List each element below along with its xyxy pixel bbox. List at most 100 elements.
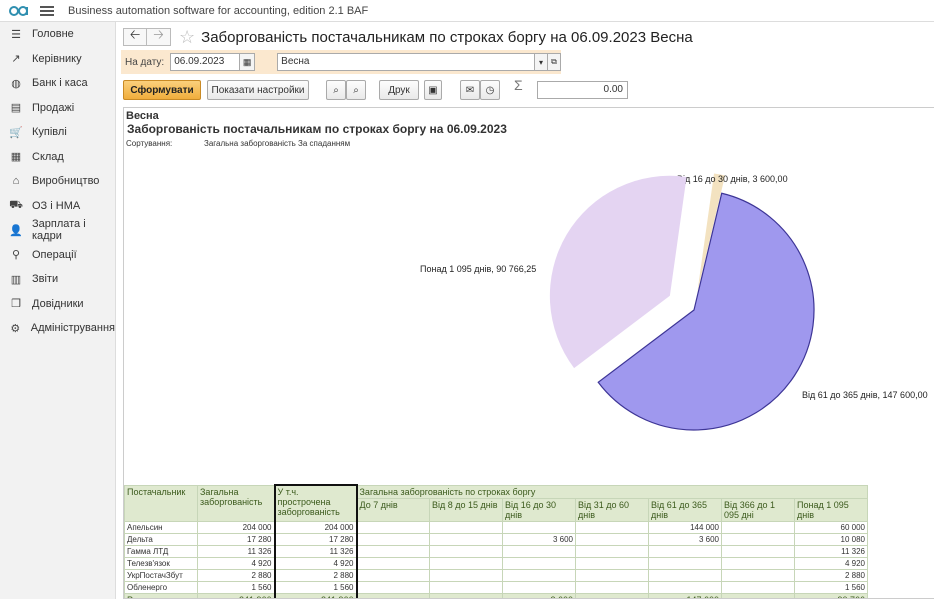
calendar-icon[interactable]: ▦ [240, 53, 256, 71]
gear-icon: ⚙ [10, 322, 21, 335]
col-overdue: У т.ч. прострочена заборгованість [273, 484, 358, 522]
cell-bucket: 3 600 [502, 592, 576, 598]
col-group: Загальна заборгованість по строках боргу [356, 484, 868, 499]
cell-overdue: 2 880 [273, 568, 358, 582]
sidebar-item-label: Виробництво [32, 175, 100, 188]
forward-button[interactable]: 🡢 [147, 27, 171, 46]
cell-overdue: 241 966 [273, 592, 358, 598]
date-input[interactable]: 06.09.2023 [170, 53, 241, 71]
show-settings-button[interactable]: Показати настройки [207, 80, 309, 100]
menu-icon[interactable] [40, 5, 54, 16]
sidebar: ☰ Головне ↗ Керівнику ◍ Банк і каса ▤ Продажі 🛒 К… [0, 22, 116, 599]
sidebar-item-label: Довідники [32, 297, 84, 310]
sidebar-item-1[interactable]: ↗ Керівнику [0, 47, 115, 72]
print-button[interactable]: Друк [379, 80, 419, 100]
cell-bucket [721, 556, 795, 570]
sum-field: 0.00 [537, 81, 628, 99]
menu-icon: ☰ [11, 28, 21, 41]
cell-bucket: 3 600 [502, 532, 576, 546]
app-title: Business automation software for account… [68, 4, 369, 17]
col-bucket: Від 8 до 15 днів [429, 497, 503, 522]
col-bucket: Від 366 до 1 095 дні [721, 497, 795, 522]
cell-bucket [648, 544, 722, 558]
organization-input[interactable]: Весна [277, 53, 536, 71]
cell-bucket [721, 592, 795, 598]
cell-total-label: Разом [124, 592, 198, 598]
sidebar-item-7[interactable]: ⛟ ОЗ і НМА [0, 194, 115, 219]
cell-bucket [575, 580, 649, 594]
sidebar-item-label: ОЗ і НМА [32, 199, 81, 212]
cell-bucket [721, 580, 795, 594]
sidebar-item-4[interactable]: 🛒 Купівлі [0, 120, 115, 145]
cell-overdue: 17 280 [273, 532, 358, 546]
cell-bucket [575, 520, 649, 534]
email-icon[interactable]: ✉ [460, 80, 480, 100]
sidebar-item-3[interactable]: ▤ Продажі [0, 96, 115, 121]
cell-supplier: Гамма ЛТД [124, 544, 198, 558]
sidebar-item-label: Продажі [32, 101, 75, 114]
col-total: Загальна заборгованість [197, 484, 275, 522]
cell-bucket [429, 580, 503, 594]
app-logo-icon[interactable] [8, 4, 30, 18]
table-row: Апельсин 204 000 204 000 144 000 60 000 [124, 520, 868, 534]
cell-bucket [575, 556, 649, 570]
sidebar-item-11[interactable]: ❒ Довідники [0, 292, 115, 317]
cell-bucket [721, 544, 795, 558]
search-icon[interactable]: ⌕ [326, 80, 346, 100]
cell-bucket: 144 000 [648, 520, 722, 534]
sidebar-item-12[interactable]: ⚙ Адміністрування [0, 316, 115, 341]
favorite-star-icon[interactable]: ☆ [179, 27, 195, 48]
print-preview-icon[interactable]: ▣ [424, 80, 442, 100]
sidebar-item-5[interactable]: ▦ Склад [0, 145, 115, 170]
pie-label: Від 61 до 365 днів, 147 600,00 [802, 390, 928, 400]
open-link-icon[interactable]: ⧉ [548, 53, 562, 71]
cell-overdue: 1 560 [273, 580, 358, 594]
pie-label: Понад 1 095 днів, 90 766,25 [420, 264, 536, 274]
cell-total: 11 326 [197, 544, 275, 558]
cell-bucket [502, 556, 576, 570]
cell-total: 2 880 [197, 568, 275, 582]
cell-bucket [502, 544, 576, 558]
generate-button[interactable]: Сформувати [123, 80, 201, 100]
toolbar: Сформувати Показати настройки ⌕ ⌕ Друк ▣… [123, 77, 931, 102]
operations-icon: ⚲ [11, 249, 21, 262]
cell-total: 241 966 [197, 592, 275, 598]
cell-bucket [356, 592, 430, 598]
cell-bucket [575, 568, 649, 582]
sort-label: Сортування: [126, 139, 173, 148]
search-options-icon[interactable]: ⌕ [346, 80, 366, 100]
cell-bucket: 60 000 [794, 520, 868, 534]
cell-bucket [356, 520, 430, 534]
sidebar-item-6[interactable]: ⌂ Виробництво [0, 169, 115, 194]
books-icon: ❒ [11, 298, 21, 311]
table-row: Телезв'язок 4 920 4 920 4 920 [124, 556, 868, 570]
cell-supplier: УкрПостачЗбут [124, 568, 198, 582]
cell-supplier: Дельта [124, 532, 198, 546]
date-label: На дату: [125, 56, 165, 68]
history-icon[interactable]: ◷ [480, 80, 500, 100]
cell-bucket [429, 544, 503, 558]
dropdown-arrow-icon[interactable]: ▾ [535, 53, 549, 71]
truck-icon: ⛟ [9, 198, 23, 211]
sidebar-item-0[interactable]: ☰ Головне [0, 22, 115, 47]
cart-icon: 🛒 [9, 126, 23, 139]
cell-bucket [502, 520, 576, 534]
sidebar-item-9[interactable]: ⚲ Операції [0, 243, 115, 268]
cell-bucket [575, 592, 649, 598]
report-organization: Весна [126, 110, 159, 122]
sidebar-item-10[interactable]: ▥ Звіти [0, 267, 115, 292]
sidebar-item-2[interactable]: ◍ Банк і каса [0, 71, 115, 96]
report-area[interactable]: Весна Заборгованість постачальникам по с… [123, 107, 934, 599]
col-supplier: Постачальник [124, 484, 198, 522]
page-title: Заборгованість постачальникам по строках… [201, 28, 693, 46]
sort-value: Загальна заборгованість За спаданням [204, 139, 351, 148]
col-bucket: Від 16 до 30 днів [502, 497, 576, 522]
sidebar-item-label: Зарплата і кадри [32, 218, 86, 243]
back-button[interactable]: 🡠 [123, 27, 147, 46]
top-bar: Business automation software for account… [0, 0, 934, 22]
sidebar-item-8[interactable]: 👤 Зарплата і кадри [0, 218, 115, 243]
cell-bucket [721, 520, 795, 534]
col-bucket: Від 61 до 365 днів [648, 497, 722, 522]
sum-icon: Σ [514, 77, 523, 93]
cell-bucket [721, 532, 795, 546]
